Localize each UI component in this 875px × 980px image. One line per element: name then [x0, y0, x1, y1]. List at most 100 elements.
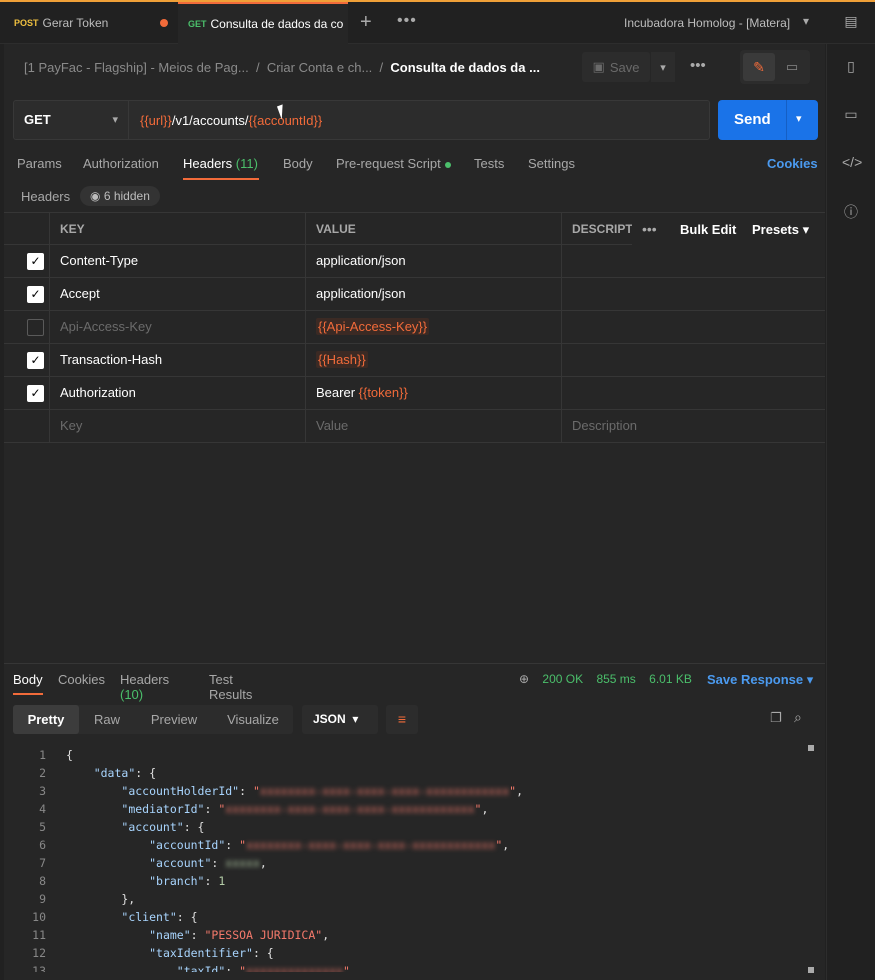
- chevron-down-icon: ▾: [802, 222, 810, 237]
- response-size[interactable]: 6.01 KB: [649, 672, 692, 686]
- tab-body[interactable]: Body: [283, 156, 313, 171]
- breadcrumb-current[interactable]: Consulta de dados da ...: [390, 60, 540, 75]
- header-key[interactable]: Transaction-Hash: [49, 344, 305, 377]
- view-preview[interactable]: Preview: [135, 705, 213, 734]
- copy-icon[interactable]: ❐: [770, 710, 782, 726]
- response-body-code[interactable]: 1{ 2 "data": { 3 "accountHolderId": "xxx…: [4, 746, 804, 972]
- new-tab-plus-icon[interactable]: +: [360, 11, 372, 34]
- tab-method: POST: [14, 18, 39, 28]
- column-value: VALUE: [305, 213, 561, 246]
- tab-authorization[interactable]: Authorization: [83, 156, 159, 171]
- presets-dropdown[interactable]: Presets ▾: [752, 222, 809, 238]
- header-value[interactable]: application/json: [305, 245, 561, 278]
- header-value[interactable]: application/json: [305, 278, 561, 311]
- new-key-input[interactable]: Key: [49, 410, 305, 443]
- table-tools: ••• Bulk Edit Presets ▾: [632, 213, 825, 246]
- code-icon[interactable]: </>: [842, 154, 862, 172]
- environment-quick-look-icon[interactable]: ▤: [842, 13, 860, 31]
- tab-response-cookies[interactable]: Cookies: [58, 672, 105, 687]
- tab-bar: POST Gerar Token GET Consulta de dados d…: [0, 2, 875, 44]
- code-scrollbar[interactable]: [808, 745, 814, 973]
- table-row-empty: Key Value Description: [4, 410, 825, 443]
- search-icon[interactable]: ⌕: [794, 709, 802, 726]
- cookies-link[interactable]: Cookies: [767, 156, 818, 171]
- breadcrumb: [1 PayFac - Flagship] - Meios de Pag... …: [24, 60, 540, 75]
- hidden-headers-toggle[interactable]: ◉ 6 hidden: [80, 186, 160, 206]
- header-value[interactable]: {{Api-Access-Key}}: [305, 311, 561, 344]
- chevron-down-icon: ▾: [352, 712, 359, 726]
- header-value[interactable]: Bearer {{token}}: [305, 377, 561, 410]
- save-options-chevron-icon[interactable]: ▾: [651, 52, 675, 82]
- chevron-down-icon[interactable]: ▾: [803, 14, 809, 28]
- response-time[interactable]: 855 ms: [596, 672, 635, 686]
- chevron-down-icon[interactable]: ▾: [796, 112, 802, 125]
- save-icon: ▣: [592, 59, 605, 74]
- more-actions-icon[interactable]: •••: [690, 57, 706, 74]
- comments-icon[interactable]: ▭: [842, 106, 860, 124]
- wrap-lines-icon[interactable]: ≡: [386, 705, 418, 734]
- edit-pencil-icon[interactable]: ✎: [743, 53, 775, 81]
- save-button[interactable]: ▣ Save: [582, 52, 650, 82]
- response-status: ⊕ 200 OK 855 ms 6.01 KB: [519, 672, 692, 686]
- table-header-row: KEY VALUE DESCRIPTI ••• Bulk Edit Preset…: [4, 212, 825, 246]
- headers-label: Headers: [21, 189, 71, 204]
- tab-gerar-token[interactable]: POST Gerar Token: [4, 2, 174, 44]
- chevron-down-icon: ▾: [806, 672, 814, 687]
- header-description[interactable]: [561, 311, 825, 344]
- response-divider[interactable]: [4, 663, 825, 664]
- environment-select[interactable]: Incubadora Homolog - [Matera]: [624, 16, 790, 30]
- breadcrumb-collection[interactable]: [1 PayFac - Flagship] - Meios de Pag...: [24, 60, 249, 75]
- tab-test-results[interactable]: Test Results: [209, 672, 252, 702]
- tab-label: Consulta de dados da co: [210, 17, 344, 31]
- active-tab-indicator: [13, 693, 43, 695]
- header-key[interactable]: Accept: [49, 278, 305, 311]
- tab-settings[interactable]: Settings: [528, 156, 575, 171]
- status-code[interactable]: 200 OK: [542, 672, 583, 686]
- documentation-icon[interactable]: ▯: [842, 58, 860, 76]
- url-input[interactable]: {{url}}/v1/accounts/{{accountId}}: [140, 113, 322, 128]
- breadcrumb-folder[interactable]: Criar Conta e ch...: [267, 60, 373, 75]
- new-value-input[interactable]: Value: [305, 410, 561, 443]
- view-raw[interactable]: Raw: [79, 705, 135, 734]
- method-select[interactable]: GET ▾: [14, 101, 129, 139]
- active-tab-indicator: [183, 178, 259, 180]
- table-row: ✓ Content-Type application/json: [4, 245, 825, 278]
- header-description[interactable]: [561, 278, 825, 311]
- header-description[interactable]: [561, 344, 825, 377]
- tab-consulta-dados[interactable]: GET Consulta de dados da co: [178, 2, 348, 44]
- view-visualize[interactable]: Visualize: [213, 705, 293, 734]
- tab-prerequest-script[interactable]: Pre-request Script: [336, 156, 451, 171]
- header-key[interactable]: Authorization: [49, 377, 305, 410]
- table-more-icon[interactable]: •••: [642, 221, 657, 237]
- tab-method: GET: [188, 19, 207, 29]
- header-key[interactable]: Api-Access-Key: [49, 311, 305, 344]
- comment-icon[interactable]: ▭: [776, 53, 808, 81]
- row-checkbox[interactable]: ✓: [27, 385, 44, 402]
- tab-response-body[interactable]: Body: [13, 672, 43, 687]
- row-checkbox[interactable]: ✓: [27, 286, 44, 303]
- tab-response-headers[interactable]: Headers (10): [120, 672, 169, 702]
- header-value[interactable]: {{Hash}}: [305, 344, 561, 377]
- format-select[interactable]: JSON ▾: [302, 705, 378, 734]
- row-checkbox[interactable]: ✓: [27, 253, 44, 270]
- save-response-dropdown[interactable]: Save Response ▾: [707, 672, 813, 688]
- send-button[interactable]: Send ▾: [718, 100, 818, 140]
- bulk-edit-button[interactable]: Bulk Edit: [680, 222, 736, 237]
- view-pretty[interactable]: Pretty: [13, 705, 79, 734]
- tab-params[interactable]: Params: [17, 156, 62, 171]
- globe-icon[interactable]: ⊕: [519, 672, 529, 686]
- info-icon[interactable]: ⓘ: [842, 202, 860, 220]
- header-key[interactable]: Content-Type: [49, 245, 305, 278]
- tab-more-icon[interactable]: •••: [397, 12, 417, 30]
- tab-tests[interactable]: Tests: [474, 156, 504, 171]
- url-bar: GET ▾ {{url}}/v1/accounts/{{accountId}}: [13, 100, 710, 140]
- row-checkbox[interactable]: ✓: [27, 352, 44, 369]
- row-checkbox[interactable]: [27, 319, 44, 336]
- new-description-input[interactable]: Description: [561, 410, 825, 443]
- header-description[interactable]: [561, 245, 825, 278]
- table-row: ✓ Authorization Bearer {{token}}: [4, 377, 825, 410]
- column-key: KEY: [49, 213, 305, 246]
- tab-headers[interactable]: Headers (11): [183, 156, 258, 171]
- view-mode-bar: Pretty Raw Preview Visualize: [13, 705, 293, 734]
- header-description[interactable]: [561, 377, 825, 410]
